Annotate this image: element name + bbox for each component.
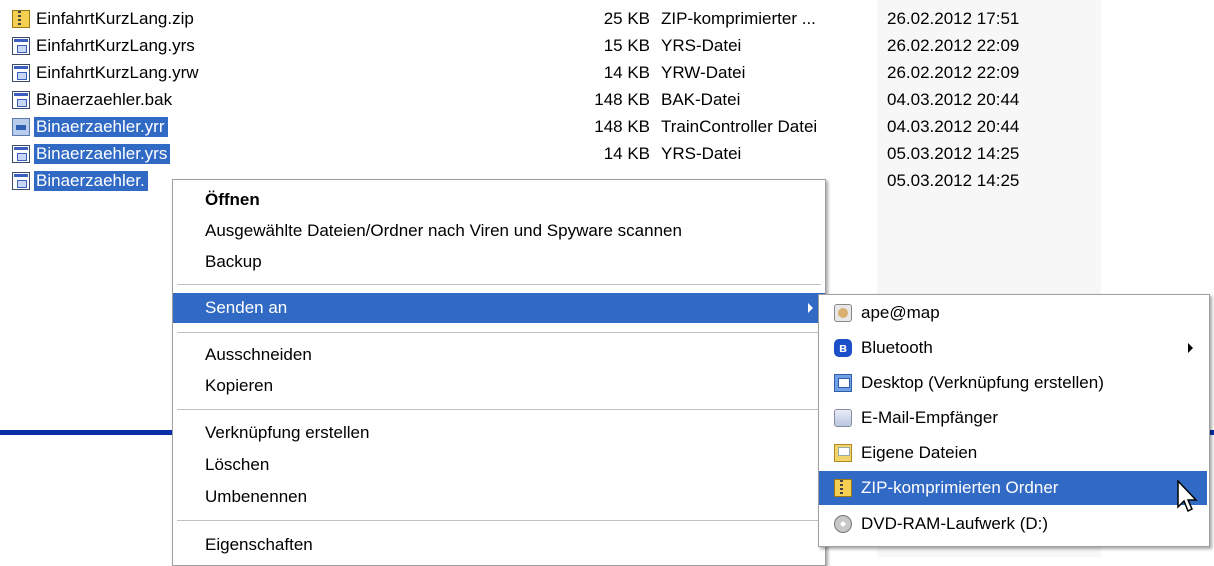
file-date: 04.03.2012 20:44: [887, 90, 1020, 109]
file-row[interactable]: Binaerzaehler.bak 148 KB BAK-Datei 04.03…: [0, 87, 1100, 114]
document-icon: [12, 64, 30, 82]
file-row[interactable]: EinfahrtKurzLang.zip 25 KB ZIP-komprimie…: [0, 6, 1100, 33]
file-row[interactable]: EinfahrtKurzLang.yrs 15 KB YRS-Datei 26.…: [0, 33, 1100, 60]
file-date: 05.03.2012 14:25: [887, 144, 1020, 163]
file-date: 26.02.2012 17:51: [887, 9, 1020, 28]
menu-item-label: Senden an: [205, 298, 288, 317]
file-type: YRS-Datei: [661, 144, 742, 163]
menu-item-rename[interactable]: Umbenennen: [173, 482, 825, 512]
send-to-mail-recipient[interactable]: E-Mail-Empfänger: [819, 401, 1207, 435]
file-type: YRS-Datei: [661, 36, 742, 55]
menu-item-label: Verknüpfung erstellen: [205, 423, 370, 442]
menu-item-properties[interactable]: Eigenschaften: [173, 530, 825, 560]
file-name[interactable]: Binaerzaehler.bak: [34, 90, 175, 110]
desktop-icon: [834, 374, 852, 392]
file-name[interactable]: EinfahrtKurzLang.yrs: [34, 36, 198, 56]
file-type: YRW-Datei: [661, 63, 746, 82]
document-icon: [12, 145, 30, 163]
submenu-item-label: ape@map: [861, 303, 940, 322]
send-to-my-documents[interactable]: Eigene Dateien: [819, 436, 1207, 470]
submenu-item-label: ZIP-komprimierten Ordner: [861, 478, 1059, 497]
menu-item-label: Ausschneiden: [205, 345, 312, 364]
file-size: 148 KB: [594, 117, 650, 136]
file-date: 26.02.2012 22:09: [887, 63, 1020, 82]
context-menu: Öffnen Ausgewählte Dateien/Ordner nach V…: [172, 179, 826, 566]
file-type: BAK-Datei: [661, 90, 741, 109]
bluetooth-icon: ʙ: [834, 339, 852, 357]
file-row-selected[interactable]: Binaerzaehler.yrs 14 KB YRS-Datei 05.03.…: [0, 141, 1100, 168]
submenu-arrow-icon: [1188, 343, 1193, 353]
send-to-submenu: ape@map ʙ Bluetooth Desktop (Verknüpfung…: [818, 294, 1210, 547]
my-documents-icon: [834, 444, 852, 462]
menu-item-copy[interactable]: Kopieren: [173, 371, 825, 401]
file-type: TrainController Datei: [661, 117, 818, 136]
send-to-zip-folder[interactable]: ZIP-komprimierten Ordner: [819, 471, 1207, 505]
submenu-arrow-icon: [808, 303, 813, 313]
menu-item-create-shortcut[interactable]: Verknüpfung erstellen: [173, 418, 825, 448]
menu-item-label: Eigenschaften: [205, 535, 313, 554]
menu-separator: [177, 332, 821, 333]
file-row-selected[interactable]: Binaerzaehler.yrr 148 KB TrainController…: [0, 114, 1100, 141]
menu-item-label: Umbenennen: [205, 487, 308, 506]
file-date: 26.02.2012 22:09: [887, 36, 1020, 55]
submenu-item-label: E-Mail-Empfänger: [861, 408, 998, 427]
submenu-item-label: Eigene Dateien: [861, 443, 978, 462]
zip-folder-icon: [834, 479, 852, 497]
menu-separator: [177, 409, 821, 410]
send-to-desktop[interactable]: Desktop (Verknüpfung erstellen): [819, 366, 1207, 400]
menu-item-delete[interactable]: Löschen: [173, 450, 825, 480]
menu-item-cut[interactable]: Ausschneiden: [173, 340, 825, 370]
send-to-apemap[interactable]: ape@map: [819, 296, 1207, 330]
mail-icon: [834, 409, 852, 427]
menu-item-backup[interactable]: Backup: [173, 247, 825, 277]
menu-item-open[interactable]: Öffnen: [173, 185, 825, 215]
file-name[interactable]: EinfahrtKurzLang.yrw: [34, 63, 202, 83]
file-name[interactable]: Binaerzaehler.yrr: [34, 117, 168, 137]
zip-icon: [12, 10, 30, 28]
menu-item-label: Öffnen: [205, 190, 260, 209]
file-date: 04.03.2012 20:44: [887, 117, 1020, 136]
document-icon: [12, 91, 30, 109]
menu-item-label: Löschen: [205, 455, 270, 474]
file-name[interactable]: EinfahrtKurzLang.zip: [34, 9, 197, 29]
file-size: 14 KB: [603, 63, 650, 82]
send-to-dvd-drive[interactable]: DVD-RAM-Laufwerk (D:): [819, 507, 1207, 541]
file-row[interactable]: EinfahrtKurzLang.yrw 14 KB YRW-Datei 26.…: [0, 60, 1100, 87]
file-date: 05.03.2012 14:25: [887, 171, 1020, 190]
menu-item-label: Backup: [205, 252, 262, 271]
file-size: 25 KB: [603, 9, 650, 28]
file-name[interactable]: Binaerzaehler.: [34, 171, 148, 191]
menu-item-label: Kopieren: [205, 376, 274, 395]
mouse-pointer-icon: [1177, 480, 1198, 513]
dvd-drive-icon: [834, 515, 852, 533]
apemap-icon: [834, 304, 852, 322]
file-size: 14 KB: [603, 144, 650, 163]
submenu-item-label: Bluetooth: [861, 338, 933, 357]
file-size: 15 KB: [603, 36, 650, 55]
menu-separator: [177, 284, 821, 285]
submenu-item-label: DVD-RAM-Laufwerk (D:): [861, 514, 1049, 533]
traincontroller-icon: [12, 118, 30, 136]
menu-item-send-to[interactable]: Senden an: [173, 293, 825, 323]
menu-item-virus-scan[interactable]: Ausgewählte Dateien/Ordner nach Viren un…: [173, 216, 825, 246]
document-icon: [12, 172, 30, 190]
file-name[interactable]: Binaerzaehler.yrs: [34, 144, 171, 164]
file-size: 148 KB: [594, 90, 650, 109]
document-icon: [12, 37, 30, 55]
file-type: ZIP-komprimierter ...: [661, 9, 816, 28]
send-to-bluetooth[interactable]: ʙ Bluetooth: [819, 331, 1207, 365]
menu-separator: [177, 520, 821, 521]
submenu-item-label: Desktop (Verknüpfung erstellen): [861, 373, 1104, 392]
menu-item-label: Ausgewählte Dateien/Ordner nach Viren un…: [205, 221, 682, 240]
